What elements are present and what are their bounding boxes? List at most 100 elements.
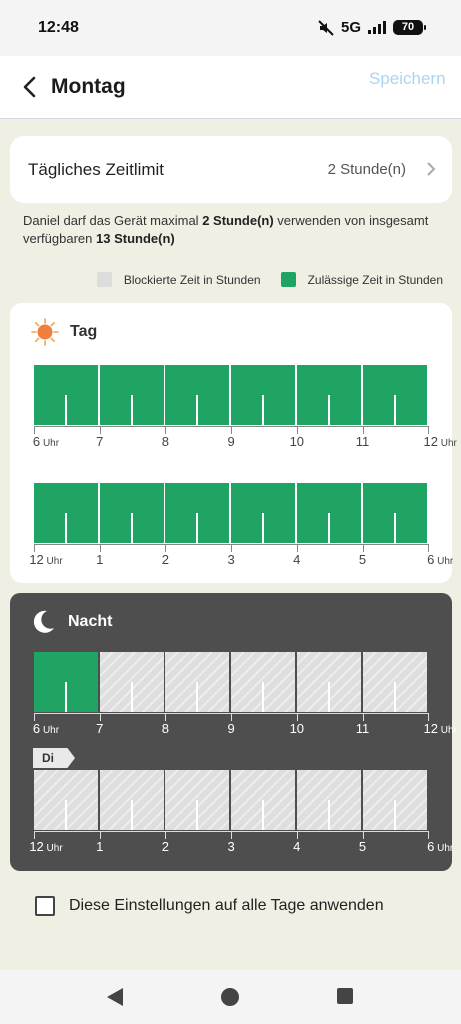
half-hour-marker xyxy=(327,682,330,712)
hour-label: 2 xyxy=(161,839,170,854)
day-hour-block[interactable] xyxy=(231,365,296,425)
apply-all-label: Diese Einstellungen auf alle Tage anwend… xyxy=(69,897,384,914)
hour-label: 3 xyxy=(227,552,235,567)
night-hour-block[interactable] xyxy=(34,652,98,712)
half-hour-marker xyxy=(196,800,199,830)
nav-home-icon[interactable] xyxy=(220,987,240,1007)
axis-tick xyxy=(296,713,298,721)
night-header: Nacht xyxy=(30,609,112,635)
half-hour-marker xyxy=(130,395,133,425)
day-hour-block[interactable] xyxy=(362,483,427,543)
nav-back-icon[interactable] xyxy=(105,987,125,1007)
system-nav-bar xyxy=(0,970,461,1024)
nav-recents-icon[interactable] xyxy=(336,987,354,1005)
night-hour-block[interactable] xyxy=(99,652,164,712)
axis-tick xyxy=(428,713,430,721)
night-hour-block[interactable] xyxy=(362,652,427,712)
half-hour-marker xyxy=(130,800,133,830)
available-value-highlight: 13 Stunde(n) xyxy=(96,231,175,246)
half-hour-marker xyxy=(65,513,67,543)
half-hour-marker xyxy=(393,395,396,425)
hour-label: 4 xyxy=(293,839,301,854)
apply-all-checkbox[interactable] xyxy=(35,896,55,916)
axis-tick xyxy=(34,544,35,552)
day-hour-block[interactable] xyxy=(231,483,296,543)
axis-tick xyxy=(231,831,233,839)
hour-label: 7 xyxy=(96,721,104,736)
hour-unit-label: Uhr xyxy=(434,843,454,854)
day-hour-block[interactable] xyxy=(165,483,230,543)
night-hour-block[interactable] xyxy=(34,770,98,830)
apply-all-days[interactable]: Diese Einstellungen auf alle Tage anwend… xyxy=(35,896,384,916)
back-icon[interactable] xyxy=(20,74,42,100)
hour-unit-label: Uhr xyxy=(43,843,63,854)
axis-tick xyxy=(296,831,298,839)
night-hour-block[interactable] xyxy=(231,652,296,712)
limit-value-highlight: 2 Stunde(n) xyxy=(202,213,274,228)
legend-blocked-label: Blockierte Zeit in Stunden xyxy=(123,272,261,287)
half-hour-marker xyxy=(65,800,67,830)
save-button[interactable]: Speichern xyxy=(369,69,453,89)
daily-limit-row[interactable]: Tägliches Zeitlimit 2 Stunde(n) xyxy=(10,136,452,203)
axis-tick xyxy=(99,544,101,552)
hour-label: 10 xyxy=(289,721,305,736)
axis-tick xyxy=(362,831,364,839)
battery-icon: 70 xyxy=(393,20,426,35)
half-hour-marker xyxy=(65,682,67,712)
night-hour-block[interactable] xyxy=(99,770,164,830)
page-title: Montag xyxy=(51,75,126,98)
signal-icon xyxy=(368,21,386,34)
limit-description: Daniel darf das Gerät maximal 2 Stunde(n… xyxy=(23,213,429,246)
night-hour-block[interactable] xyxy=(296,770,361,830)
night-hour-block[interactable] xyxy=(165,652,230,712)
hour-label: 12 Uhr xyxy=(423,434,457,449)
hour-label: 1 xyxy=(96,552,104,567)
axis-tick xyxy=(34,713,35,721)
status-icons: 5G 70 xyxy=(318,19,426,36)
half-hour-marker xyxy=(65,395,67,425)
day-title: Tag xyxy=(70,323,98,340)
day-hour-block[interactable] xyxy=(99,365,164,425)
day-hour-block[interactable] xyxy=(34,483,98,543)
day-hour-block[interactable] xyxy=(296,365,361,425)
axis-tick xyxy=(34,831,35,839)
axis-tick xyxy=(362,426,364,434)
axis-tick xyxy=(165,426,167,434)
hour-label: 4 xyxy=(293,552,301,567)
axis-tick xyxy=(362,713,364,721)
half-hour-marker xyxy=(262,682,265,712)
hour-unit-label: Uhr xyxy=(40,438,60,449)
hour-label: 3 xyxy=(227,839,235,854)
hour-label: 5 xyxy=(358,839,367,854)
battery-level: 70 xyxy=(401,21,415,33)
axis-tick xyxy=(165,831,167,839)
next-day-tag: Di xyxy=(33,748,75,768)
legend-allowed-swatch xyxy=(280,272,296,287)
day-hour-block[interactable] xyxy=(165,365,230,425)
mute-icon xyxy=(318,19,334,36)
day-hour-block[interactable] xyxy=(296,483,361,543)
night-hour-block[interactable] xyxy=(165,770,230,830)
hour-label: 6 Uhr xyxy=(32,721,60,736)
day-hour-block[interactable] xyxy=(34,365,98,425)
day-header: Tag xyxy=(30,317,97,347)
daily-limit-value: 2 Stunde(n) xyxy=(327,161,406,178)
day-hour-block[interactable] xyxy=(362,365,427,425)
day-section: Tag 6 Uhr 7 8 9 10 11 12 Uhr 12 Uhr 1 2 3 4 5 6 Uhr xyxy=(10,303,457,583)
half-hour-marker xyxy=(130,682,133,712)
half-hour-marker xyxy=(196,513,199,543)
hour-label: 9 xyxy=(227,434,235,449)
axis-tick xyxy=(296,426,298,434)
night-hour-block[interactable] xyxy=(231,770,296,830)
night-hour-block[interactable] xyxy=(362,770,427,830)
legend: Blockierte Zeit in Stunden Zulässige Zei… xyxy=(96,272,443,287)
status-bar: 12:48 5G 70 xyxy=(0,0,461,56)
half-hour-marker xyxy=(327,395,330,425)
hour-label: 8 xyxy=(161,721,170,736)
day-hour-block[interactable] xyxy=(99,483,164,543)
hour-label: 12 Uhr xyxy=(29,552,63,567)
axis-tick xyxy=(165,544,167,552)
night-hour-block[interactable] xyxy=(296,652,361,712)
half-hour-marker xyxy=(393,800,396,830)
half-hour-marker xyxy=(130,513,133,543)
